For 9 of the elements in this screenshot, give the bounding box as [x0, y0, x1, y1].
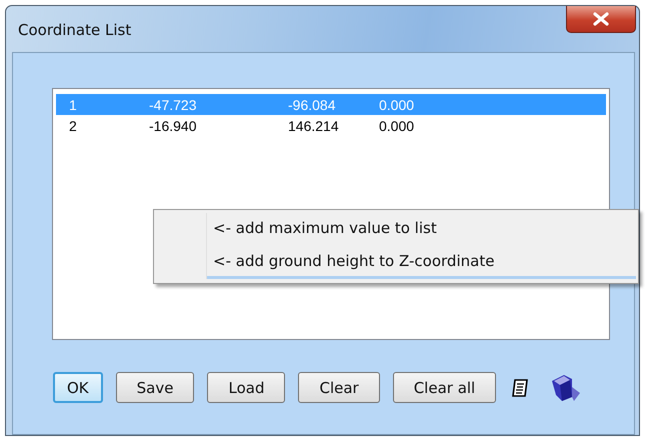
- list-cell-text: 146.214: [288, 118, 340, 134]
- window-title: Coordinate List: [18, 21, 132, 39]
- list-cell-text: 2: [69, 118, 78, 134]
- list-cell-text: -96.084: [288, 96, 336, 112]
- list-cell-text: 0.000: [379, 118, 416, 134]
- list-cell-text: 0.000: [379, 96, 416, 112]
- list-cell-text: -16.940: [149, 118, 198, 134]
- list-cell-text: 1: [69, 96, 78, 112]
- list-cell-text: -47.723: [149, 96, 198, 112]
